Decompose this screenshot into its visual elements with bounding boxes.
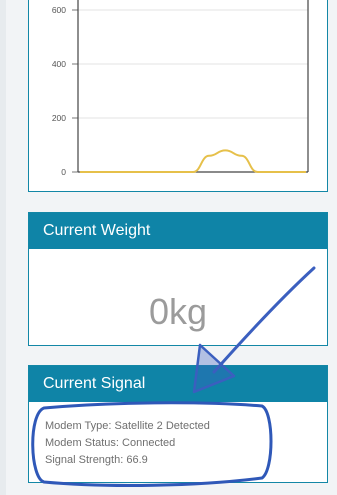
y-tick-label: 600: [52, 5, 66, 15]
current-weight-card: Current Weight 0kg: [28, 212, 328, 346]
modem-type-text: Modem Type: Satellite 2 Detected: [45, 420, 210, 432]
y-tick-label: 200: [52, 113, 66, 123]
page-left-rail: [0, 0, 6, 495]
weight-chart: 600 400 200 0: [52, 0, 309, 177]
current-weight-value: 0kg: [148, 291, 208, 332]
weight-series-line: [80, 149, 306, 173]
signal-strength-text: Signal Strength: 66.9: [45, 454, 148, 466]
chart-grid: [78, 9, 308, 119]
chart-y-ticks: 600 400 200 0: [52, 5, 78, 177]
current-signal-header: Current Signal: [29, 366, 327, 402]
current-signal-card: Current Signal Modem Type: Satellite 2 D…: [28, 365, 328, 483]
weight-chart-card: 600 400 200 0: [28, 0, 328, 192]
y-tick-label: 0: [61, 167, 66, 177]
chart-series: [80, 149, 306, 173]
signal-details: Modem Type: Satellite 2 Detected Modem S…: [45, 418, 210, 469]
current-weight-header: Current Weight: [29, 213, 327, 249]
modem-status-text: Modem Status: Connected: [45, 437, 176, 449]
y-tick-label: 400: [52, 59, 66, 69]
